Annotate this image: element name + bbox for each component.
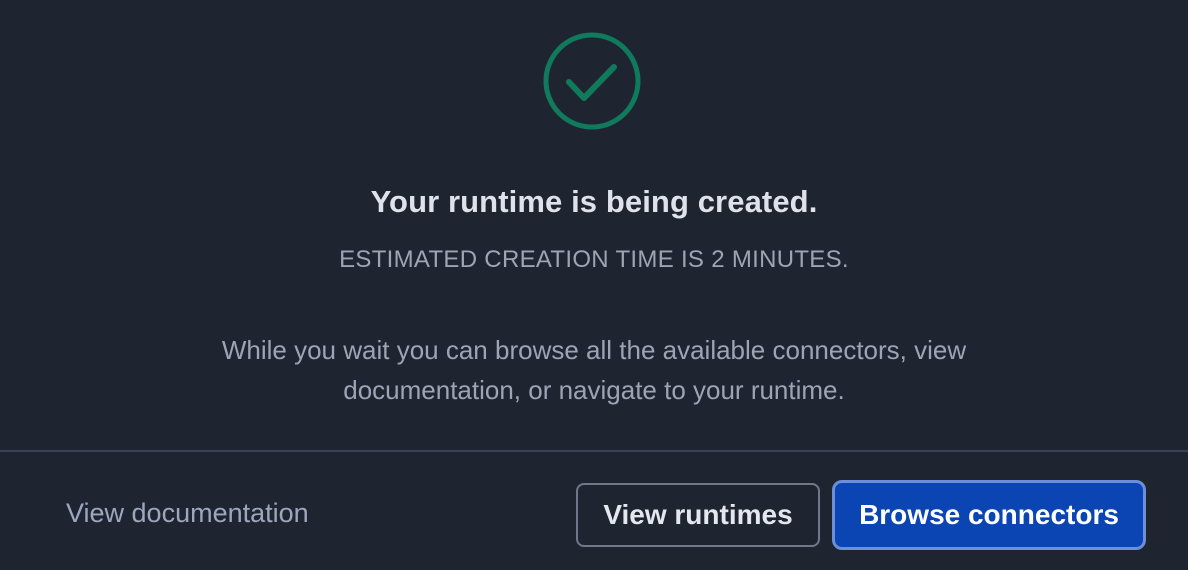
browse-connectors-button[interactable]: Browse connectors (832, 480, 1146, 550)
dialog-footer: View documentation View runtimes Browse … (0, 452, 1188, 570)
runtime-created-dialog: Your runtime is being created. ESTIMATED… (0, 0, 1188, 570)
view-documentation-link[interactable]: View documentation (66, 498, 309, 529)
view-runtimes-button[interactable]: View runtimes (576, 483, 820, 547)
status-description: While you wait you can browse all the av… (221, 335, 967, 405)
dialog-body: Your runtime is being created. ESTIMATED… (0, 0, 1188, 450)
check-circle-icon (543, 32, 641, 130)
status-title: Your runtime is being created. (370, 184, 818, 219)
estimated-time-text: ESTIMATED CREATION TIME IS 2 MINUTES. (339, 246, 849, 273)
